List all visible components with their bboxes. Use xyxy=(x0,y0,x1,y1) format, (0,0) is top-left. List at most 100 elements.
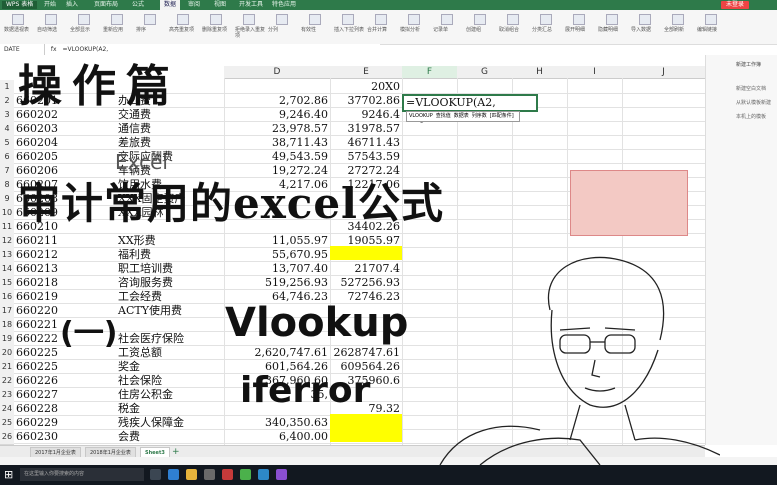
login-button[interactable]: 未登录 xyxy=(720,1,749,9)
column-header[interactable]: H xyxy=(512,66,568,79)
row-header[interactable]: 15 xyxy=(0,276,14,291)
task-view-icon[interactable] xyxy=(150,469,161,480)
ribbon-button[interactable]: 全部显示 xyxy=(70,27,102,33)
wechat-icon[interactable] xyxy=(240,469,251,480)
column-header[interactable]: F xyxy=(402,66,458,79)
ribbon-button[interactable]: 分列 xyxy=(268,27,300,33)
column-header[interactable]: E xyxy=(330,66,403,79)
cell-b[interactable]: 残疾人保障金 xyxy=(118,416,228,430)
edge-icon[interactable] xyxy=(168,469,179,480)
app-icon[interactable] xyxy=(258,469,269,480)
menu-tab[interactable]: 开发工具 xyxy=(235,0,267,10)
cell-b[interactable]: 奖金 xyxy=(118,360,228,374)
cell-d[interactable]: 23,978.57 xyxy=(226,122,328,136)
menu-tab[interactable]: 视图 xyxy=(210,0,230,10)
row-header[interactable]: 2 xyxy=(0,94,14,109)
row-header[interactable]: 24 xyxy=(0,402,14,417)
cell-d[interactable] xyxy=(226,80,328,94)
ribbon-button[interactable]: 隐藏明细 xyxy=(598,27,630,33)
cell-d[interactable]: 9,246.40 xyxy=(226,108,328,122)
cell-d[interactable]: 2,620,747.61 xyxy=(226,346,328,360)
cell-d[interactable]: 38,711.43 xyxy=(226,136,328,150)
cell-e[interactable]: 37702.86 xyxy=(330,94,401,108)
row-header[interactable]: 22 xyxy=(0,374,14,389)
row-header[interactable]: 6 xyxy=(0,150,14,165)
row-header[interactable]: 11 xyxy=(0,220,14,235)
cell-d[interactable]: 13,707.40 xyxy=(226,262,328,276)
row-header[interactable]: 14 xyxy=(0,262,14,277)
row-header[interactable]: 8 xyxy=(0,178,14,193)
cell-b[interactable]: 差旅费 xyxy=(118,136,228,150)
store-icon[interactable] xyxy=(204,469,215,480)
row-header[interactable]: 25 xyxy=(0,416,14,431)
ribbon-button[interactable]: 全部刷新 xyxy=(664,27,696,33)
cell-a[interactable]: 660219 xyxy=(16,290,96,304)
cell-b[interactable]: 工资总额 xyxy=(118,346,228,360)
column-header[interactable]: I xyxy=(567,66,623,79)
folder-icon[interactable] xyxy=(186,469,197,480)
ribbon-button[interactable]: 删除重复项 xyxy=(202,27,234,33)
cell-e[interactable]: 21707.4 xyxy=(330,262,401,276)
menu-tab[interactable]: 页面布局 xyxy=(90,0,122,10)
cell-b[interactable]: 税金 xyxy=(118,402,228,416)
menu-tab[interactable]: 公式 xyxy=(128,0,148,10)
cell-e[interactable]: 20X0 xyxy=(330,80,400,94)
cell-b[interactable]: ACTY使用费 xyxy=(118,304,228,318)
row-header[interactable]: 16 xyxy=(0,290,14,305)
row-header[interactable]: 4 xyxy=(0,122,14,137)
ribbon-button[interactable]: 排序 xyxy=(136,27,168,33)
cell-d[interactable]: 49,543.59 xyxy=(226,150,328,164)
ribbon-button[interactable]: 合并计算 xyxy=(367,27,399,33)
cell-e[interactable]: 527256.93 xyxy=(330,276,401,290)
cell-a[interactable]: 660205 xyxy=(16,150,96,164)
ribbon-button[interactable]: 取消组合 xyxy=(499,27,531,33)
ribbon-button[interactable]: 创建组 xyxy=(466,27,498,33)
cell-a[interactable]: 660204 xyxy=(16,136,96,150)
row-header[interactable]: 9 xyxy=(0,192,14,207)
ribbon-button[interactable]: 展开明细 xyxy=(565,27,597,33)
menu-tab[interactable]: 开始 xyxy=(40,0,60,10)
windows-start-icon[interactable]: ⊞ xyxy=(4,469,15,480)
app-icon[interactable] xyxy=(276,469,287,480)
cell-a[interactable]: 660212 xyxy=(16,248,96,262)
cell-b[interactable]: 住房公积金 xyxy=(118,388,228,402)
column-header[interactable]: D xyxy=(224,66,331,79)
cell-a[interactable]: 660230 xyxy=(16,430,96,444)
ribbon-button[interactable]: 重新应用 xyxy=(103,27,135,33)
cell-b[interactable]: 社会医疗保险 xyxy=(118,332,228,346)
row-header[interactable]: 19 xyxy=(0,332,14,347)
cell-a[interactable]: 660227 xyxy=(16,388,96,402)
cell-d[interactable]: 6,400.00 xyxy=(226,430,328,444)
ribbon-button[interactable]: 分类汇总 xyxy=(532,27,564,33)
cell-d[interactable]: 2,702.86 xyxy=(226,94,328,108)
cell-a[interactable]: 660203 xyxy=(16,122,96,136)
row-header[interactable]: 5 xyxy=(0,136,14,151)
row-header[interactable]: 20 xyxy=(0,346,14,361)
row-header[interactable]: 26 xyxy=(0,430,14,445)
menu-tab[interactable]: 特色应用 xyxy=(268,0,300,10)
cell-b[interactable]: 通信费 xyxy=(118,122,228,136)
ribbon-button[interactable]: 模拟分析 xyxy=(400,27,432,33)
wps-icon[interactable] xyxy=(222,469,233,480)
row-header[interactable]: 3 xyxy=(0,108,14,123)
row-header[interactable]: 7 xyxy=(0,164,14,179)
row-header[interactable]: 13 xyxy=(0,248,14,263)
column-header[interactable]: J xyxy=(622,66,706,79)
ribbon-button[interactable]: 数据透视表 xyxy=(4,27,36,33)
cell-e[interactable]: 57543.59 xyxy=(330,150,401,164)
ribbon-button[interactable]: 有效性 xyxy=(301,27,333,33)
row-header[interactable]: 1 xyxy=(0,80,14,95)
cell-a[interactable]: 660226 xyxy=(16,374,96,388)
ribbon-button[interactable]: 插入下拉列表 xyxy=(334,27,366,33)
ribbon-button[interactable]: 高亮重复项 xyxy=(169,27,201,33)
ribbon-button[interactable]: 记录单 xyxy=(433,27,465,33)
row-header[interactable]: 21 xyxy=(0,360,14,375)
cell-a[interactable]: 660225 xyxy=(16,360,96,374)
cell-d[interactable]: 55,670.95 xyxy=(226,248,328,262)
cell-a[interactable]: 660213 xyxy=(16,262,96,276)
side-panel-item[interactable]: 从默认模板新建 xyxy=(736,99,771,106)
cell-a[interactable]: 660218 xyxy=(16,276,96,290)
cell-e[interactable]: 9246.4 xyxy=(330,108,401,122)
ribbon-button[interactable]: 自动筛选 xyxy=(37,27,69,33)
side-panel-item[interactable]: 本机上的模板 xyxy=(736,113,766,120)
